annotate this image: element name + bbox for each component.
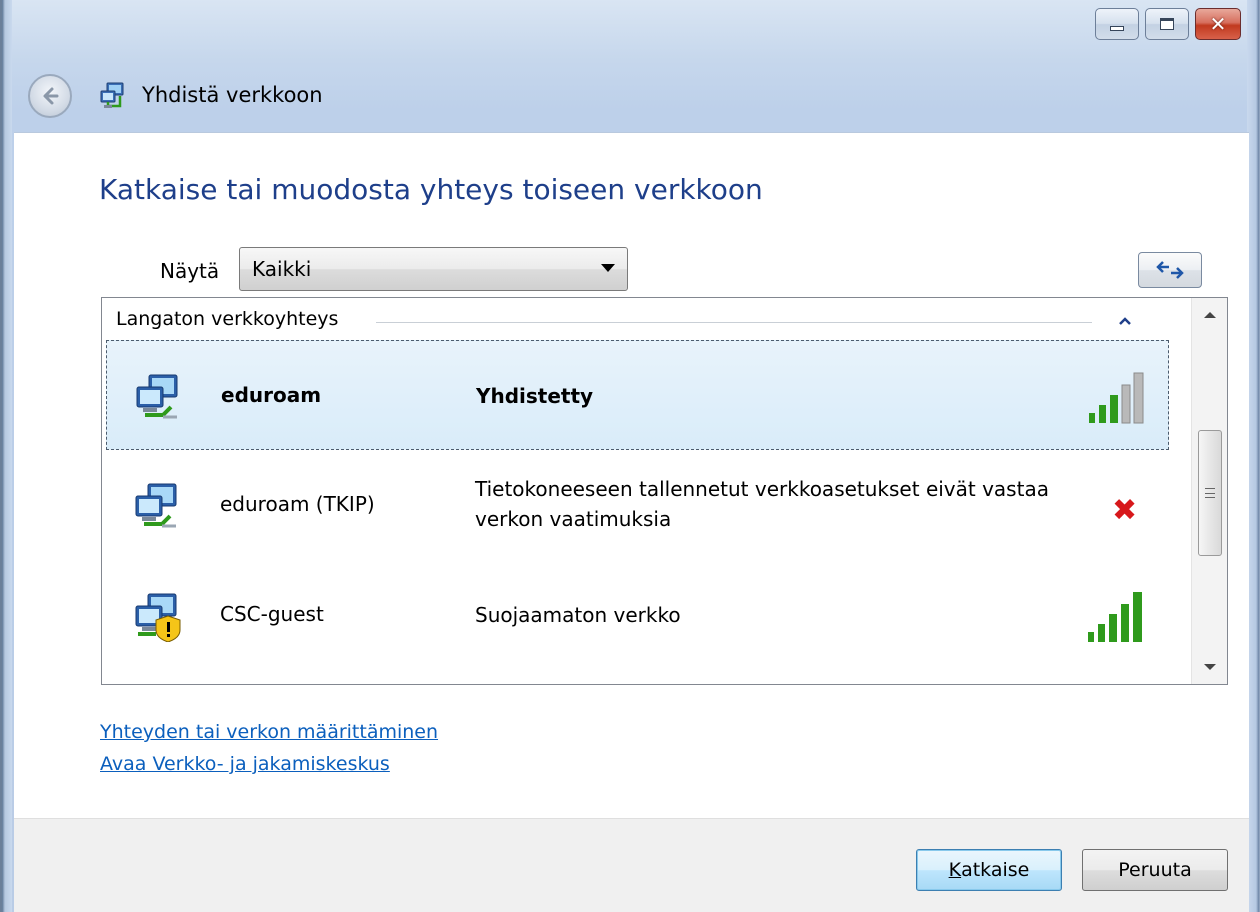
network-computer-icon (136, 374, 178, 419)
chevron-up-icon (1119, 317, 1131, 325)
show-label: Näytä (160, 259, 220, 283)
network-name: eduroam (TKIP) (220, 492, 375, 516)
minimize-icon (1110, 25, 1124, 31)
back-button[interactable] (28, 74, 72, 118)
network-computer-icon (135, 483, 177, 528)
signal-strength-icon (1089, 372, 1144, 424)
network-sharing-center-link[interactable]: Avaa Verkko- ja jakamiskeskus (100, 753, 390, 775)
signal-strength-icon (1088, 592, 1142, 642)
connect-network-icon (100, 82, 124, 108)
scroll-down-button[interactable] (1192, 650, 1227, 684)
network-row-csc-guest[interactable]: CSC-guest Suojaamaton verkko (106, 560, 1169, 670)
network-list[interactable]: Langaton verkkoyhteys eduroam Yhdistetty… (101, 297, 1228, 685)
unsecured-network-icon (135, 593, 181, 642)
network-name: eduroam (221, 383, 322, 407)
content-area: Katkaise tai muodosta yhteys toiseen ver… (14, 132, 1249, 818)
maximize-button[interactable] (1145, 8, 1189, 40)
dropdown-arrow-icon (601, 264, 615, 272)
caption-buttons: ✕ (1095, 8, 1241, 40)
show-filter-dropdown[interactable]: Kaikki (239, 247, 628, 291)
error-x-icon: ✖ (1112, 493, 1138, 528)
maximize-icon (1160, 18, 1174, 30)
group-divider (376, 322, 1092, 323)
cancel-button[interactable]: Peruuta (1082, 849, 1228, 891)
network-status: Tietokoneeseen tallennetut verkkoasetuks… (475, 477, 1049, 531)
group-collapse-button[interactable] (1114, 310, 1136, 332)
dialog-window: ✕ Yhdistä verkkoon Katkaise tai muodosta… (0, 0, 1260, 912)
accelerator-key: K (948, 859, 962, 881)
group-header-label: Langaton verkkoyhteys (116, 308, 339, 330)
refresh-icon (1156, 261, 1184, 279)
page-heading: Katkaise tai muodosta yhteys toiseen ver… (99, 173, 763, 206)
window-left-frame (2, 0, 12, 912)
network-status: Yhdistetty (476, 384, 594, 408)
show-filter-value: Kaikki (252, 257, 312, 281)
scroll-up-button[interactable] (1192, 298, 1227, 332)
network-row-eduroam[interactable]: eduroam Yhdistetty (106, 340, 1169, 450)
network-row-eduroam-tkip[interactable]: eduroam (TKIP) Tietokoneeseen tallennetu… (106, 450, 1169, 560)
network-status: Suojaamaton verkko (475, 603, 681, 627)
scroll-down-arrow-icon (1204, 664, 1216, 670)
dialog-footer: Katkaise Peruuta (14, 818, 1249, 912)
list-scrollbar[interactable] (1191, 298, 1227, 684)
disconnect-button[interactable]: Katkaise (916, 849, 1062, 891)
refresh-button[interactable] (1138, 252, 1202, 288)
scroll-thumb[interactable] (1198, 430, 1222, 556)
scroll-up-arrow-icon (1204, 312, 1216, 318)
close-button[interactable]: ✕ (1195, 8, 1241, 40)
grip-icon (1205, 488, 1215, 498)
back-arrow-icon (43, 87, 59, 105)
close-icon: ✕ (1209, 12, 1227, 36)
minimize-button[interactable] (1095, 8, 1139, 40)
network-name: CSC-guest (220, 602, 324, 626)
setup-connection-link[interactable]: Yhteyden tai verkon määrittäminen (100, 721, 438, 743)
disconnect-label: atkaise (961, 859, 1030, 881)
window-title: Yhdistä verkkoon (142, 83, 323, 107)
